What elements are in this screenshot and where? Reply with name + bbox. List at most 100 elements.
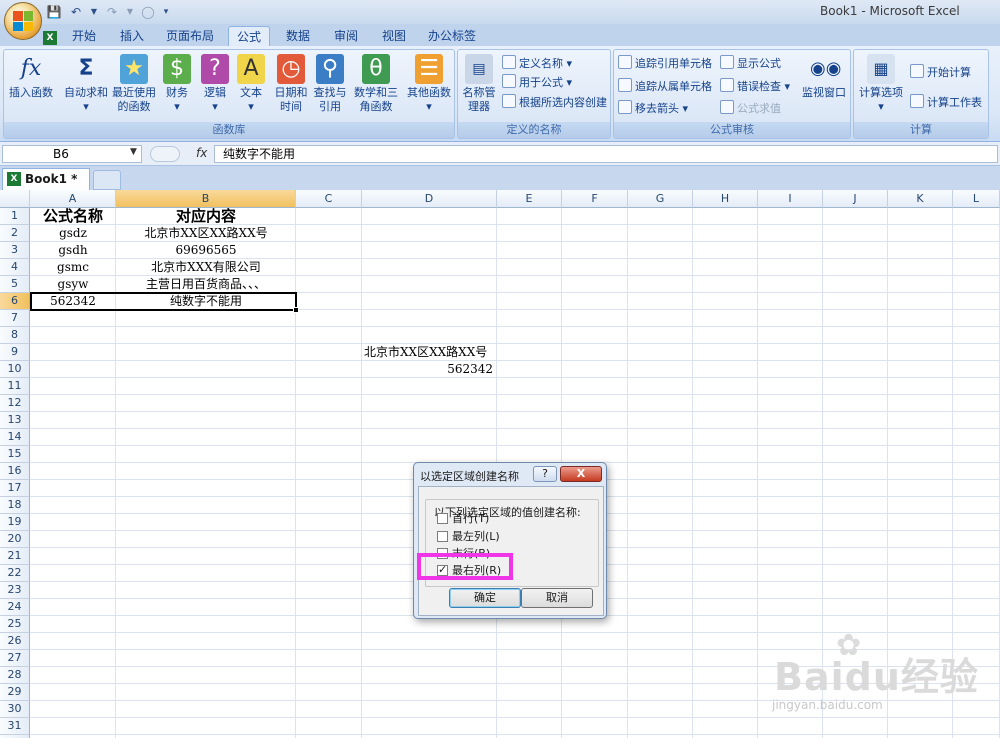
use-in-formula-button[interactable]: 用于公式 ▾ <box>502 74 572 92</box>
row-header-18[interactable]: 18 <box>0 497 30 514</box>
row-header-28[interactable]: 28 <box>0 667 30 684</box>
row-header-8[interactable]: 8 <box>0 327 30 344</box>
cell-A2[interactable]: gsdz <box>30 226 116 243</box>
row-header-27[interactable]: 27 <box>0 650 30 667</box>
column-header-J[interactable]: J <box>823 190 888 208</box>
insert-function-fx-icon[interactable]: fx <box>196 146 207 160</box>
row-header-3[interactable]: 3 <box>0 242 30 259</box>
row-header-21[interactable]: 21 <box>0 548 30 565</box>
row-header-10[interactable]: 10 <box>0 361 30 378</box>
column-header-D[interactable]: D <box>362 190 497 208</box>
name-manager-button[interactable]: ▤ 名称管理器 <box>460 54 498 114</box>
cell-B4[interactable]: 北京市XXX有限公司 <box>116 260 296 277</box>
tab-home[interactable]: 开始 <box>64 26 104 46</box>
fill-handle[interactable] <box>293 307 299 313</box>
row-header-9[interactable]: 9 <box>0 344 30 361</box>
calc-sheet-button[interactable]: 计算工作表 <box>910 94 982 112</box>
evaluate-formula-button[interactable]: 公式求值 <box>720 100 781 118</box>
cell-A3[interactable]: gsdh <box>30 243 116 260</box>
row-header-19[interactable]: 19 <box>0 514 30 531</box>
row-header-1[interactable]: 1 <box>0 208 30 225</box>
row-header-16[interactable]: 16 <box>0 463 30 480</box>
tab-data[interactable]: 数据 <box>278 26 318 46</box>
text-button[interactable]: A 文本 ▾ <box>234 54 268 114</box>
new-workbook-tab[interactable] <box>93 170 121 190</box>
ok-button[interactable]: 确定 <box>449 588 521 608</box>
column-header-B[interactable]: B <box>116 190 296 208</box>
trace-precedents-button[interactable]: 追踪引用单元格 <box>618 55 712 73</box>
cell-B3[interactable]: 69696565 <box>116 243 296 260</box>
row-header-24[interactable]: 24 <box>0 599 30 616</box>
column-header-K[interactable]: K <box>888 190 953 208</box>
name-box[interactable]: B6 <box>2 145 142 163</box>
show-formulas-button[interactable]: 显示公式 <box>720 55 781 73</box>
row-header-23[interactable]: 23 <box>0 582 30 599</box>
insert-function-button[interactable]: fx 插入函数 <box>6 54 56 100</box>
tab-office-tab[interactable]: 办公标签 <box>422 26 482 46</box>
calc-options-button[interactable]: ▦ 计算选项 ▾ <box>856 54 906 114</box>
row-header-13[interactable]: 13 <box>0 412 30 429</box>
row-header-30[interactable]: 30 <box>0 701 30 718</box>
row-header-5[interactable]: 5 <box>0 276 30 293</box>
remove-arrows-button[interactable]: 移去箭头 ▾ <box>618 100 688 118</box>
cell-D9[interactable]: 北京市XX区XX路XX号 <box>364 345 487 362</box>
office-button[interactable] <box>4 2 42 40</box>
help-button[interactable]: ? <box>533 466 557 482</box>
row-header-20[interactable]: 20 <box>0 531 30 548</box>
column-header-A[interactable]: A <box>30 190 116 208</box>
tab-review[interactable]: 审阅 <box>326 26 366 46</box>
cell-B1[interactable]: 对应内容 <box>116 207 296 225</box>
row-header-6[interactable]: 6 <box>0 293 30 310</box>
formula-input[interactable]: 纯数字不能用 <box>214 145 998 163</box>
row-header-4[interactable]: 4 <box>0 259 30 276</box>
tab-view[interactable]: 视图 <box>374 26 414 46</box>
column-header-C[interactable]: C <box>296 190 362 208</box>
math-trig-button[interactable]: θ 数学和三角函数 <box>348 54 404 114</box>
row-header-31[interactable]: 31 <box>0 718 30 735</box>
column-header-H[interactable]: H <box>693 190 758 208</box>
row-header-17[interactable]: 17 <box>0 480 30 497</box>
row-header-12[interactable]: 12 <box>0 395 30 412</box>
recent-functions-button[interactable]: ★ 最近使用的函数 <box>110 54 158 114</box>
cell-B2[interactable]: 北京市XX区XX路XX号 <box>116 226 296 243</box>
column-header-E[interactable]: E <box>497 190 562 208</box>
logical-button[interactable]: ? 逻辑 ▾ <box>198 54 232 114</box>
row-header-25[interactable]: 25 <box>0 616 30 633</box>
select-all-corner[interactable] <box>0 190 30 208</box>
tab-page-layout[interactable]: 页面布局 <box>160 26 220 46</box>
formula-collapse-icon[interactable] <box>150 146 180 162</box>
name-box-dropdown-icon[interactable]: ▼ <box>130 147 137 157</box>
create-from-selection-button[interactable]: 根据所选内容创建 <box>502 94 607 112</box>
left-column-checkbox[interactable]: 最左列(L) <box>437 529 500 545</box>
row-header-14[interactable]: 14 <box>0 429 30 446</box>
cell-D10[interactable]: 562342 <box>362 362 493 379</box>
define-name-button[interactable]: 定义名称 ▾ <box>502 55 572 73</box>
row-header-11[interactable]: 11 <box>0 378 30 395</box>
row-header-15[interactable]: 15 <box>0 446 30 463</box>
row-header-2[interactable]: 2 <box>0 225 30 242</box>
datetime-button[interactable]: ◷ 日期和时间 <box>270 54 312 114</box>
financial-button[interactable]: $ 财务 ▾ <box>160 54 194 114</box>
lookup-button[interactable]: ⚲ 查找与引用 <box>310 54 350 114</box>
column-header-I[interactable]: I <box>758 190 823 208</box>
more-functions-button[interactable]: ☰ 其他函数 ▾ <box>404 54 454 114</box>
close-button[interactable]: X <box>560 466 602 482</box>
row-header-29[interactable]: 29 <box>0 684 30 701</box>
calc-now-button[interactable]: 开始计算 <box>910 64 971 82</box>
tab-insert[interactable]: 插入 <box>112 26 152 46</box>
cell-A1[interactable]: 公式名称 <box>30 207 116 225</box>
cancel-button[interactable]: 取消 <box>521 588 593 608</box>
top-row-checkbox[interactable]: 首行(T) <box>437 511 489 527</box>
row-header-22[interactable]: 22 <box>0 565 30 582</box>
row-header-7[interactable]: 7 <box>0 310 30 327</box>
error-checking-button[interactable]: 错误检查 ▾ <box>720 78 790 96</box>
column-header-G[interactable]: G <box>628 190 693 208</box>
workbook-tab[interactable]: X Book1 * <box>2 168 90 190</box>
cell-A4[interactable]: gsmc <box>30 260 116 277</box>
trace-dependents-button[interactable]: 追踪从属单元格 <box>618 78 712 96</box>
watch-window-button[interactable]: ◉◉ 监视窗口 <box>800 54 848 100</box>
autosum-button[interactable]: Σ 自动求和 ▾ <box>62 54 110 114</box>
column-header-F[interactable]: F <box>562 190 628 208</box>
column-header-L[interactable]: L <box>953 190 1000 208</box>
tab-formulas[interactable]: 公式 <box>228 26 270 46</box>
